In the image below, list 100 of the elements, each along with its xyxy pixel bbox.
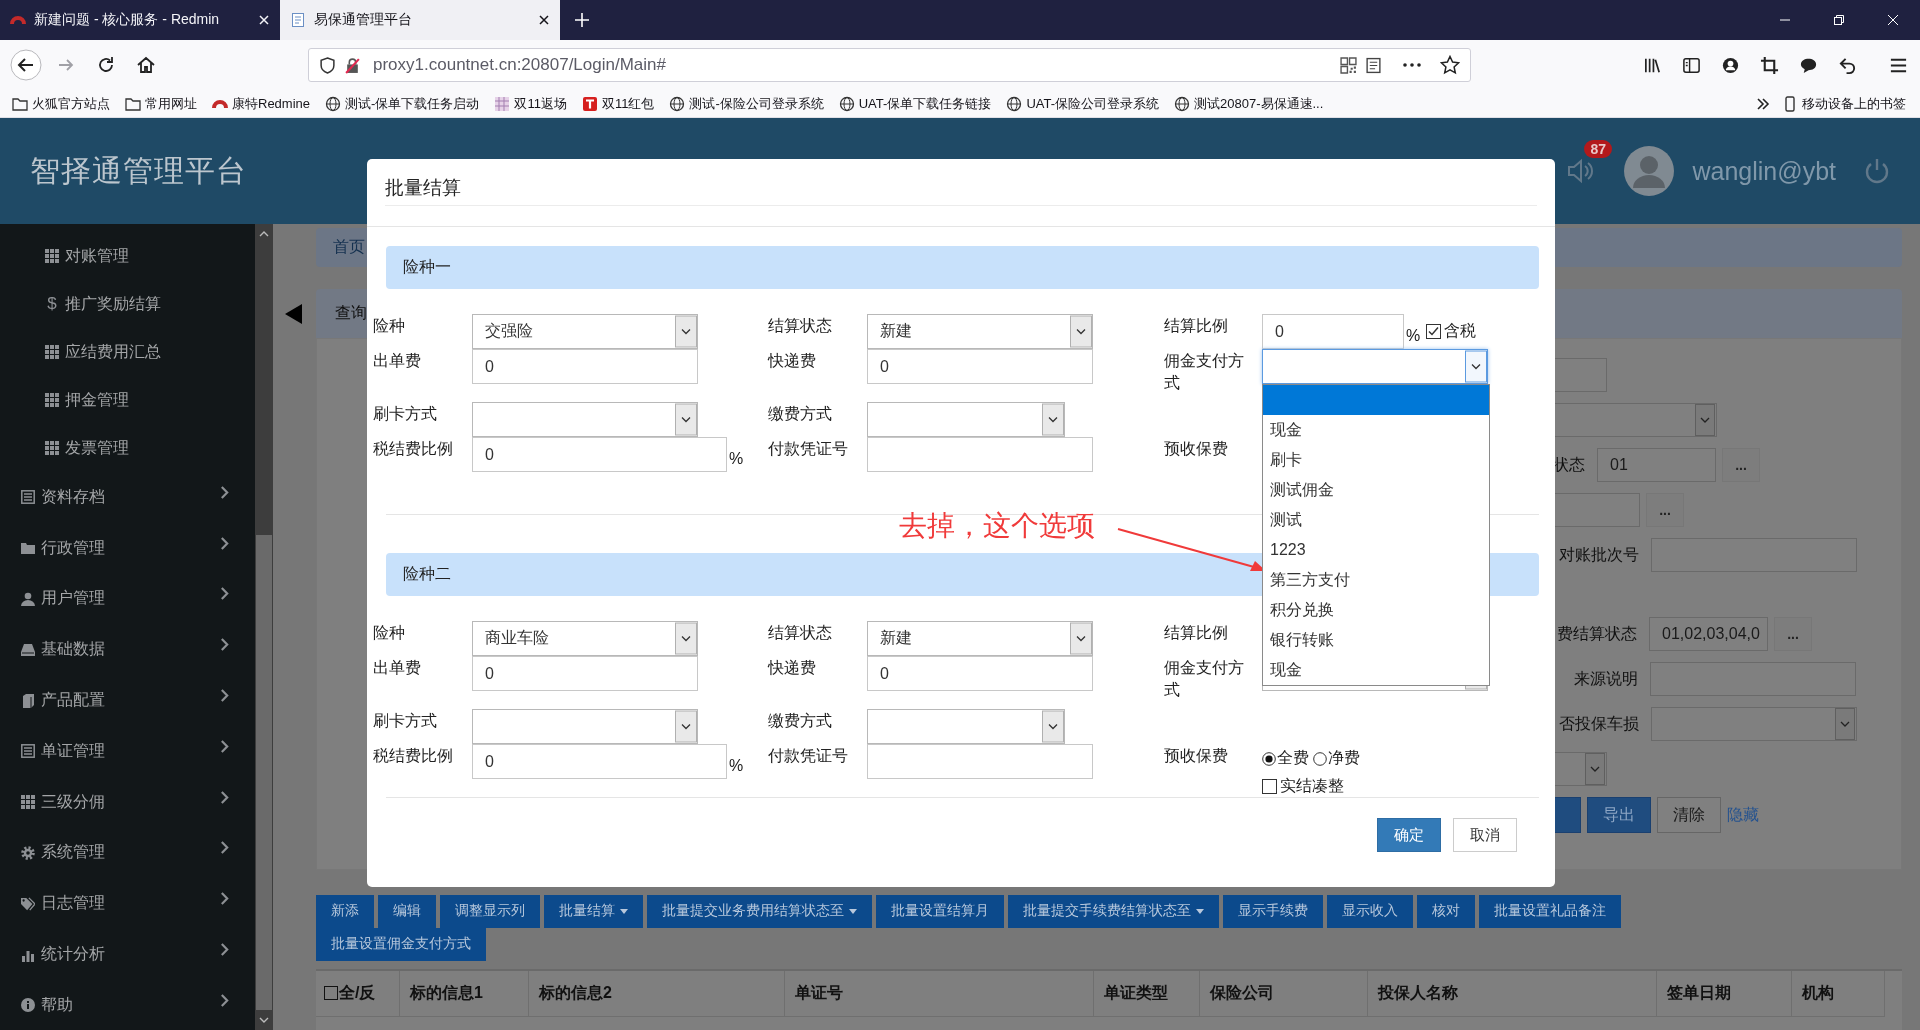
select-field[interactable] — [867, 402, 1065, 437]
caret-icon[interactable] — [1042, 403, 1064, 436]
sidebar-item[interactable]: 资料存档 — [0, 472, 255, 523]
sidebar-item[interactable]: 应结费用汇总 — [0, 328, 255, 376]
sidebar-item[interactable]: 发票管理 — [0, 424, 255, 472]
sidebar-item[interactable]: 基础数据 — [0, 624, 255, 676]
select-field[interactable]: 商业车险 — [472, 621, 698, 656]
caret-up-icon[interactable] — [259, 230, 269, 238]
caret-down-icon[interactable] — [259, 1016, 269, 1024]
input-field[interactable]: 01 — [1597, 448, 1716, 483]
sidebar-item[interactable]: 三级分佣 — [0, 776, 255, 828]
caret-icon[interactable] — [675, 403, 697, 436]
reload-icon[interactable] — [96, 55, 116, 75]
new-tab-icon[interactable] — [574, 12, 590, 28]
caret-icon[interactable] — [1042, 710, 1064, 743]
sidebar-item[interactable]: 押金管理 — [0, 376, 255, 424]
qr-code-icon[interactable] — [1340, 56, 1357, 74]
dropdown-option[interactable]: 刷卡 — [1263, 445, 1489, 475]
browser-tab[interactable]: 易保通管理平台 — [280, 0, 560, 40]
address-bar[interactable]: proxy1.countnet.cn:20807/Login/Main# — [308, 48, 1471, 82]
sidebar-item[interactable]: 对账管理 — [0, 232, 255, 280]
toolbar-button[interactable]: 编辑 — [378, 894, 436, 928]
scrollbar[interactable] — [255, 224, 273, 1030]
input-field[interactable]: 0 — [472, 656, 698, 691]
bookmark[interactable]: 移动设备上的书签 — [1782, 94, 1906, 113]
bookmark[interactable]: 测试-保险公司登录系统 — [669, 94, 824, 113]
sidebar-item[interactable]: 单证管理 — [0, 726, 255, 777]
sidebar-item[interactable]: 日志管理 — [0, 878, 255, 930]
select-field[interactable] — [472, 402, 698, 437]
toolbar-button[interactable]: 批量设置结算月 — [876, 894, 1004, 928]
account-icon[interactable] — [1721, 55, 1740, 75]
toolbar-button[interactable]: 调整显示列 — [440, 894, 540, 928]
dropdown-option[interactable]: 测试佣金 — [1263, 475, 1489, 505]
sidebar-item[interactable]: 统计分析 — [0, 929, 255, 980]
dropdown-option[interactable]: 银行转账 — [1263, 625, 1489, 655]
bookmark[interactable]: 测试-保单下载任务启动 — [325, 94, 480, 113]
caret-icon[interactable] — [1070, 622, 1092, 655]
toolbar-button[interactable]: 批量提交业务费用结算状态至 — [647, 894, 872, 928]
more-icon[interactable] — [1402, 62, 1422, 68]
radio-button[interactable] — [1262, 751, 1276, 766]
dropdown-option[interactable]: 测试 — [1263, 505, 1489, 535]
input-field[interactable]: 0 — [472, 437, 727, 472]
select-field[interactable] — [867, 709, 1065, 744]
crop-icon[interactable] — [1760, 55, 1779, 75]
select-field[interactable]: 新建 — [867, 314, 1093, 349]
toolbar-button[interactable]: 批量提交手续费结算状态至 — [1008, 894, 1219, 928]
bookmark[interactable]: UAT-保单下载任务链接 — [838, 94, 992, 113]
input-field[interactable]: 0 — [1262, 314, 1404, 349]
bookmark[interactable]: UAT-保险公司登录系统 — [1006, 94, 1160, 113]
confirm-button[interactable]: 确定 — [1377, 818, 1441, 852]
caret-icon[interactable] — [1465, 350, 1487, 383]
browser-tab[interactable]: 新建问题 - 核心服务 - Redmin — [0, 0, 280, 40]
dropdown-option[interactable]: 现金 — [1263, 415, 1489, 445]
toolbar-button[interactable]: 批量结算 — [544, 894, 643, 928]
sidebar-icon[interactable] — [1682, 55, 1701, 75]
toolbar-button[interactable]: 批量设置佣金支付方式 — [316, 927, 486, 961]
sidebar-item[interactable]: 行政管理 — [0, 522, 255, 574]
export-button[interactable]: 导出 — [1587, 797, 1651, 834]
dropdown-option[interactable]: 第三方支付 — [1263, 565, 1489, 595]
dropdown-option[interactable]: 现金 — [1263, 655, 1489, 685]
bookmark[interactable]: 常用网址 — [125, 94, 197, 113]
more-button[interactable]: ... — [1646, 493, 1684, 528]
input-field[interactable]: 0 — [867, 349, 1093, 384]
toolbar-button[interactable]: 显示手续费 — [1223, 894, 1323, 928]
toolbar-button[interactable]: 批量设置礼品备注 — [1479, 894, 1621, 928]
select-field[interactable]: 交强险 — [472, 314, 698, 349]
checkbox[interactable] — [1426, 324, 1442, 339]
select-field[interactable] — [472, 709, 698, 744]
scrollbar-thumb[interactable] — [256, 535, 272, 1010]
home-icon[interactable] — [136, 55, 156, 75]
input-field[interactable]: 0 — [867, 656, 1093, 691]
sidebar-item[interactable]: 系统管理 — [0, 827, 255, 879]
sidebar-item[interactable]: 用户管理 — [0, 573, 255, 625]
double-chevron-icon[interactable] — [1755, 95, 1771, 112]
input-field[interactable]: 01,02,03,04,0 — [1649, 617, 1768, 652]
input-field[interactable]: 0 — [472, 744, 727, 779]
select-field[interactable] — [1651, 707, 1857, 742]
input-field[interactable]: 0 — [472, 349, 698, 384]
checkbox[interactable] — [1262, 779, 1277, 794]
more-button[interactable]: ... — [1774, 617, 1812, 652]
bookmark[interactable]: 火狐官方站点 — [12, 94, 110, 113]
cancel-button[interactable]: 取消 — [1453, 818, 1517, 852]
select-field[interactable]: 新建 — [867, 621, 1093, 656]
radio-button[interactable] — [1313, 751, 1327, 766]
toolbar-button[interactable]: 显示收入 — [1327, 894, 1413, 928]
dropdown-option[interactable]: 积分兑换 — [1263, 595, 1489, 625]
left-triangle-icon[interactable] — [285, 304, 303, 324]
sidebar-item[interactable]: $ 推广奖励结算 — [0, 280, 255, 328]
clear-button[interactable]: 清除 — [1657, 797, 1721, 834]
checkbox[interactable] — [324, 986, 338, 1001]
bookmark[interactable]: 康特Redmine — [212, 94, 311, 113]
caret-icon[interactable] — [675, 710, 697, 743]
toolbar-button[interactable]: 新添 — [316, 894, 374, 928]
caret-icon[interactable] — [675, 315, 697, 348]
sidebar-item[interactable]: 帮助 — [0, 979, 255, 1030]
caret-icon[interactable] — [1070, 315, 1092, 348]
reader-icon[interactable] — [1365, 56, 1382, 74]
toolbar-button[interactable]: 核对 — [1417, 894, 1475, 928]
input-field[interactable] — [867, 437, 1093, 472]
close-icon[interactable] — [538, 14, 550, 26]
